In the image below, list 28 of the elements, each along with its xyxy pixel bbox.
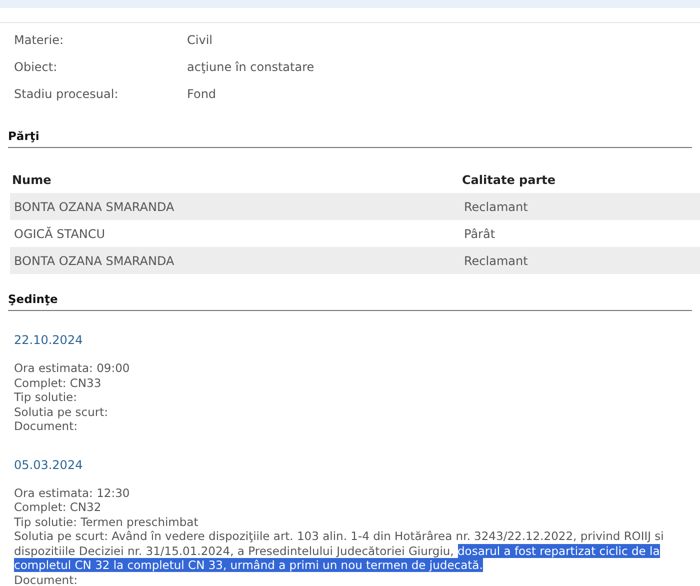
- hearing-detail: Document:: [14, 419, 78, 434]
- field-label: Stadiu procesual:: [14, 86, 120, 100]
- table-cell-text: OGICĂ STANCU: [13, 226, 106, 240]
- section-title: Părţi: [8, 129, 692, 148]
- table-cell-text: Pârât: [463, 226, 496, 240]
- hearing-date: 22.10.2024: [14, 333, 84, 347]
- hearing-date: 05.03.2024: [14, 458, 84, 472]
- hearing-detail: Solutia pe scurt:: [14, 404, 109, 419]
- hearing-detail: Ora estimata: 09:00: [14, 361, 131, 376]
- field-label: Obiect:: [14, 60, 58, 74]
- hearing-detail: Tip solutie: Termen preschimbat: [14, 514, 200, 529]
- hearing-detail: Tip solutie:: [14, 390, 78, 404]
- field-value: acţiune în constatare: [187, 60, 316, 74]
- column-header: Nume: [11, 172, 52, 186]
- hearing-detail: Complet: CN33: [14, 376, 102, 390]
- field-value: Fond: [187, 86, 218, 100]
- hearing-detail: Complet: CN32: [14, 500, 102, 514]
- field-value: Civil: [187, 32, 214, 46]
- hearing-detail: Document:: [14, 572, 78, 586]
- table-cell-text: Reclamant: [463, 254, 529, 268]
- hearing-detail: Ora estimata: 12:30: [14, 486, 131, 500]
- section-title: Şedinţe: [8, 292, 692, 311]
- field-label: Materie:: [14, 32, 64, 46]
- hearing-detail: Solutia pe scurt: Având în vedere dispoziţiile art. 103 alin. 1-4 din Hotărârea nr. 3243/22.12.2022, privind ROIIJ si dispozitiile Deciziei nr. 31/15.01.2024, a Presedintelului Judecătoriei Giurgiu, dosarul a fost repartizat ciclic de la completul CN 32 la completul CN 33, urmând a primi un nou termen de judecată.: [14, 529, 665, 572]
- table-cell-text: Reclamant: [463, 200, 529, 214]
- table-cell-text: BONTA OZANA SMARANDA: [13, 200, 176, 214]
- column-header: Calitate parte: [461, 172, 556, 186]
- table-cell-text: BONTA OZANA SMARANDA: [13, 254, 176, 268]
